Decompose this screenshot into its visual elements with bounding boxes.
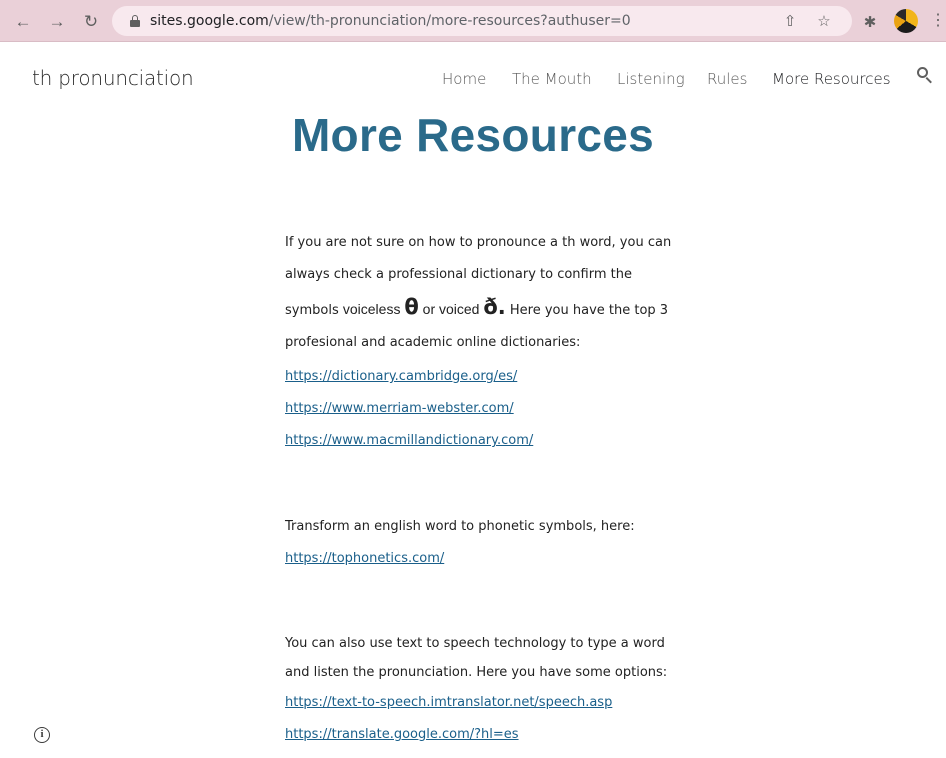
macmillan-link[interactable]: https://www.macmillandictionary.com/ bbox=[285, 425, 685, 457]
reload-icon[interactable]: ↻ bbox=[80, 10, 102, 32]
url-text[interactable]: sites.google.com/view/th-pronunciation/m… bbox=[150, 13, 631, 29]
phonetics-paragraph: Transform an english word to phonetic sy… bbox=[285, 519, 635, 534]
nav-more-resources[interactable]: More Resources bbox=[772, 70, 891, 88]
intro-paragraph: If you are not sure on how to pronounce … bbox=[285, 227, 685, 359]
nav-home[interactable]: Home bbox=[442, 70, 486, 88]
voiced-label: or voiced bbox=[418, 301, 484, 317]
profile-avatar[interactable] bbox=[894, 9, 918, 33]
back-arrow-icon[interactable]: ← bbox=[12, 10, 34, 32]
nav-rules[interactable]: Rules bbox=[707, 70, 747, 88]
page-content: If you are not sure on how to pronounce … bbox=[285, 227, 685, 751]
forward-arrow-icon[interactable]: → bbox=[46, 10, 68, 32]
address-bar[interactable]: sites.google.com/view/th-pronunciation/m… bbox=[112, 6, 852, 36]
cambridge-link[interactable]: https://dictionary.cambridge.org/es/ bbox=[285, 361, 685, 393]
site-navigation: Home The Mouth Listening Rules More Reso… bbox=[0, 70, 946, 90]
info-icon[interactable]: i bbox=[34, 727, 50, 743]
nav-the-mouth[interactable]: The Mouth bbox=[512, 70, 592, 88]
search-icon[interactable] bbox=[914, 64, 936, 86]
imtranslator-link[interactable]: https://text-to-speech.imtranslator.net/… bbox=[285, 687, 685, 719]
share-icon[interactable]: ⇧ bbox=[780, 11, 800, 31]
page-title: More Resources bbox=[291, 109, 655, 161]
voiceless-label: voiceless bbox=[342, 301, 405, 317]
lock-icon[interactable] bbox=[130, 15, 140, 27]
browser-toolbar: ← → ↻ sites.google.com/view/th-pronuncia… bbox=[0, 0, 946, 42]
star-icon[interactable]: ☆ bbox=[814, 11, 834, 31]
extensions-icon[interactable]: ✱ bbox=[860, 12, 880, 32]
tts-paragraph: You can also use text to speech technolo… bbox=[285, 636, 668, 680]
google-translate-link[interactable]: https://translate.google.com/?hl=es bbox=[285, 719, 685, 751]
nav-listening[interactable]: Listening bbox=[617, 70, 685, 88]
theta-symbol: θ bbox=[404, 295, 419, 319]
url-path: /view/th-pronunciation/more-resources?au… bbox=[268, 13, 631, 29]
tophonetics-link[interactable]: https://tophonetics.com/ bbox=[285, 543, 685, 575]
menu-kebab-icon[interactable]: ⋮ bbox=[930, 12, 946, 32]
merriam-webster-link[interactable]: https://www.merriam-webster.com/ bbox=[285, 393, 685, 425]
url-host: sites.google.com bbox=[150, 13, 269, 29]
eth-symbol: ð. bbox=[483, 295, 506, 319]
